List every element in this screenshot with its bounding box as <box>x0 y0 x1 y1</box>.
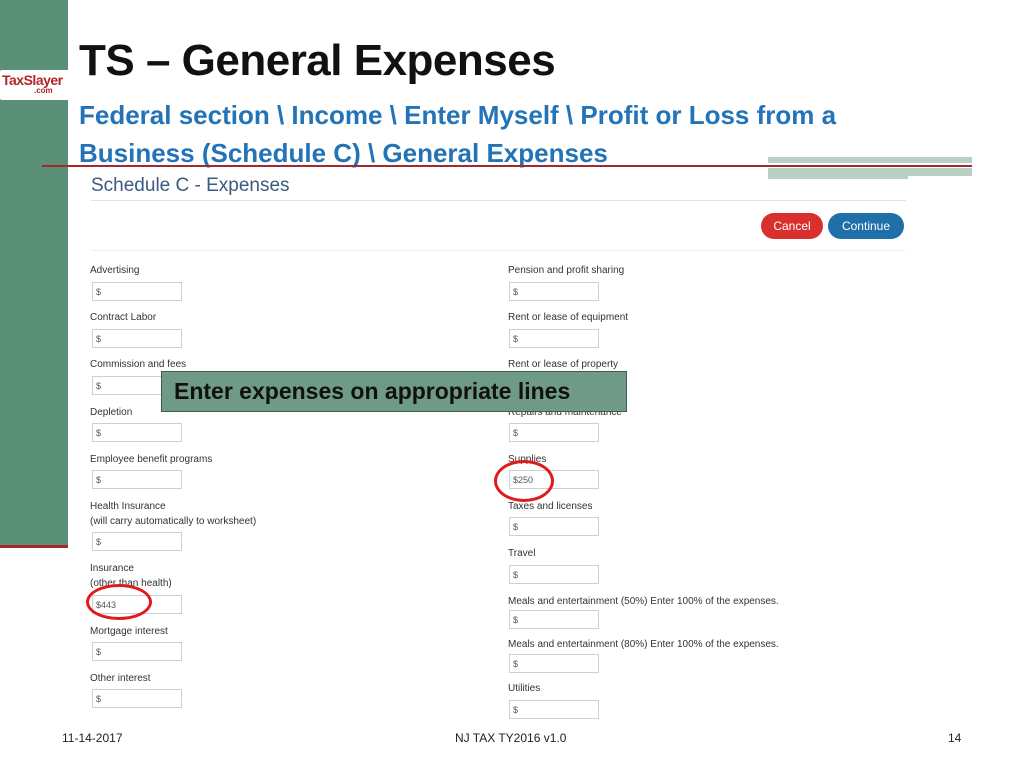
meals-80-label: Meals and entertainment (80%) Enter 100%… <box>508 639 779 650</box>
meals-80-input[interactable]: $ <box>509 654 599 673</box>
form-divider <box>91 200 906 201</box>
meals-50-input[interactable]: $ <box>509 610 599 629</box>
employee-benefit-input[interactable]: $ <box>92 470 182 489</box>
schedule-c-expenses-panel: Schedule C - Expenses Cancel Continue Ad… <box>80 170 910 720</box>
logo-text: TaxSlayer <box>2 72 63 88</box>
sidebar-accent-line <box>0 545 68 548</box>
footer-date: 11-14-2017 <box>62 731 123 745</box>
employee-benefit-label: Employee benefit programs <box>90 454 213 465</box>
advertising-label: Advertising <box>90 265 140 276</box>
travel-input[interactable]: $ <box>509 565 599 584</box>
advertising-input[interactable]: $ <box>92 282 182 301</box>
continue-button[interactable]: Continue <box>828 213 904 239</box>
rent-equipment-label: Rent or lease of equipment <box>508 312 629 323</box>
mortgage-interest-input[interactable]: $ <box>92 642 182 661</box>
taxes-licenses-input[interactable]: $ <box>509 517 599 536</box>
form-title: Schedule C - Expenses <box>91 175 290 196</box>
logo-subtext: .com <box>34 86 53 95</box>
depletion-input[interactable]: $ <box>92 423 182 442</box>
repairs-maintenance-input[interactable]: $ <box>509 423 599 442</box>
meals-50-label: Meals and entertainment (50%) Enter 100%… <box>508 596 779 607</box>
rent-equipment-input[interactable]: $ <box>509 329 599 348</box>
commission-fees-label: Commission and fees <box>90 359 187 370</box>
other-interest-label: Other interest <box>90 673 151 684</box>
highlight-circle-insurance <box>86 584 152 620</box>
health-insurance-note: (will carry automatically to worksheet) <box>90 516 257 527</box>
contract-labor-label: Contract Labor <box>90 312 157 323</box>
pension-profit-sharing-label: Pension and profit sharing <box>508 265 625 276</box>
health-insurance-input[interactable]: $ <box>92 532 182 551</box>
health-insurance-label: Health Insurance <box>90 501 166 512</box>
title-divider <box>42 165 972 167</box>
slide-title: TS – General Expenses <box>79 36 556 85</box>
taxslayer-logo: TaxSlayer .com <box>0 70 70 100</box>
pension-profit-sharing-input[interactable]: $ <box>509 282 599 301</box>
utilities-input[interactable]: $ <box>509 700 599 719</box>
cancel-button[interactable]: Cancel <box>761 213 823 239</box>
utilities-label: Utilities <box>508 683 541 694</box>
form-divider <box>91 250 906 251</box>
insurance-label: Insurance <box>90 563 134 574</box>
depletion-label: Depletion <box>90 407 133 418</box>
travel-label: Travel <box>508 548 536 559</box>
footer-title: NJ TAX TY2016 v1.0 <box>455 731 567 745</box>
callout-box: Enter expenses on appropriate lines <box>161 371 627 412</box>
decorative-bar <box>768 157 972 163</box>
slide-number: 14 <box>948 731 962 745</box>
highlight-circle-supplies <box>494 460 554 502</box>
mortgage-interest-label: Mortgage interest <box>90 626 168 637</box>
rent-property-label: Rent or lease of property <box>508 359 619 370</box>
other-interest-input[interactable]: $ <box>92 689 182 708</box>
decorative-bar-gap <box>908 176 972 179</box>
contract-labor-input[interactable]: $ <box>92 329 182 348</box>
